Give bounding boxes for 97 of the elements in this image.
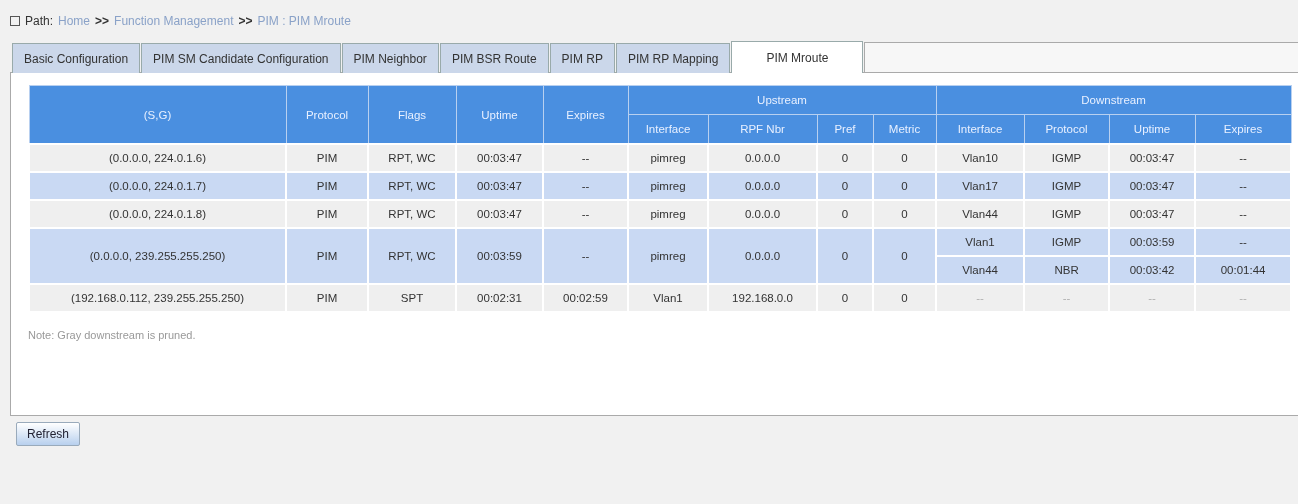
table-cell: 00:03:42 bbox=[1109, 256, 1196, 284]
table-cell: -- bbox=[543, 172, 628, 200]
column-header: Interface bbox=[628, 114, 708, 144]
table-cell: -- bbox=[543, 228, 628, 284]
table-cell: 00:03:59 bbox=[1109, 228, 1196, 256]
table-cell: 0 bbox=[873, 200, 937, 228]
table-cell: IGMP bbox=[1024, 228, 1110, 256]
table-cell: -- bbox=[1024, 284, 1110, 312]
table-cell: 00:01:44 bbox=[1195, 256, 1292, 284]
table-cell: 0 bbox=[817, 228, 873, 284]
table-cell: 00:03:47 bbox=[1109, 144, 1196, 172]
table-cell: 0 bbox=[817, 172, 873, 200]
table-cell: 00:02:31 bbox=[456, 284, 543, 312]
column-header: Metric bbox=[873, 114, 937, 144]
table-cell: 00:03:47 bbox=[456, 172, 543, 200]
table-cell: (0.0.0.0, 239.255.255.250) bbox=[29, 228, 286, 284]
table-cell: Vlan10 bbox=[936, 144, 1025, 172]
column-header: Pref bbox=[817, 114, 873, 144]
column-header: Protocol bbox=[286, 85, 368, 144]
table-cell: PIM bbox=[286, 228, 368, 284]
table-cell: RPT, WC bbox=[368, 144, 456, 172]
table-cell: 00:03:47 bbox=[456, 144, 543, 172]
table-cell: pimreg bbox=[628, 228, 708, 284]
table-cell: RPT, WC bbox=[368, 200, 456, 228]
table-cell: 0 bbox=[873, 228, 937, 284]
table-cell: 0.0.0.0 bbox=[708, 144, 817, 172]
table-cell: PIM bbox=[286, 172, 368, 200]
table-cell: IGMP bbox=[1024, 172, 1110, 200]
tab[interactable]: Basic Configuration bbox=[12, 43, 141, 73]
table-cell: 0 bbox=[817, 144, 873, 172]
table-cell: (0.0.0.0, 224.0.1.7) bbox=[29, 172, 286, 200]
table-cell: pimreg bbox=[628, 172, 708, 200]
table-cell: -- bbox=[936, 284, 1025, 312]
table-cell: SPT bbox=[368, 284, 456, 312]
table-cell: IGMP bbox=[1024, 200, 1110, 228]
table-cell: Vlan44 bbox=[936, 256, 1025, 284]
table-cell: 0 bbox=[873, 172, 937, 200]
table-cell: 0 bbox=[817, 200, 873, 228]
table-cell: 00:03:59 bbox=[456, 228, 543, 284]
refresh-button[interactable]: Refresh bbox=[16, 422, 81, 446]
tab[interactable]: PIM Mroute bbox=[731, 41, 864, 73]
table-cell: Vlan17 bbox=[936, 172, 1025, 200]
table-cell: 0.0.0.0 bbox=[708, 228, 817, 284]
table-cell: -- bbox=[1195, 144, 1292, 172]
table-cell: 0 bbox=[873, 144, 937, 172]
table-cell: 00:02:59 bbox=[543, 284, 628, 312]
column-header: Uptime bbox=[456, 85, 543, 144]
table-cell: RPT, WC bbox=[368, 172, 456, 200]
table-cell: -- bbox=[1195, 228, 1292, 256]
column-header: Expires bbox=[543, 85, 628, 144]
column-header: Interface bbox=[936, 114, 1025, 144]
table-cell: 0 bbox=[817, 284, 873, 312]
column-header: (S,G) bbox=[29, 85, 286, 144]
table-cell: (0.0.0.0, 224.0.1.6) bbox=[29, 144, 286, 172]
tab[interactable]: PIM RP bbox=[549, 43, 615, 73]
table-cell: pimreg bbox=[628, 144, 708, 172]
tab[interactable]: PIM Neighbor bbox=[341, 43, 439, 73]
table-cell: 00:03:47 bbox=[456, 200, 543, 228]
tab[interactable]: PIM SM Candidate Configuration bbox=[141, 43, 341, 73]
table-cell: 0.0.0.0 bbox=[708, 172, 817, 200]
group-header: Downstream bbox=[936, 85, 1292, 115]
column-header: Uptime bbox=[1109, 114, 1196, 144]
path-separator: >> bbox=[238, 14, 253, 28]
column-header: RPF Nbr bbox=[708, 114, 817, 144]
square-icon bbox=[10, 16, 20, 26]
group-header: Upstream bbox=[628, 85, 937, 115]
table-cell: -- bbox=[1195, 172, 1292, 200]
tab[interactable]: PIM BSR Route bbox=[439, 43, 549, 73]
table-cell: 00:03:47 bbox=[1109, 200, 1196, 228]
table-cell: -- bbox=[543, 144, 628, 172]
table-cell: 0.0.0.0 bbox=[708, 200, 817, 228]
table-cell: (192.168.0.112, 239.255.255.250) bbox=[29, 284, 286, 312]
column-header: Expires bbox=[1195, 114, 1292, 144]
column-header: Protocol bbox=[1024, 114, 1110, 144]
table-cell: 192.168.0.0 bbox=[708, 284, 817, 312]
table-cell: -- bbox=[1195, 284, 1292, 312]
note-text: Note: Gray downstream is pruned. bbox=[28, 329, 197, 341]
table-cell: 00:03:47 bbox=[1109, 172, 1196, 200]
table-cell: PIM bbox=[286, 284, 368, 312]
table-cell: PIM bbox=[286, 200, 368, 228]
table-cell: -- bbox=[1195, 200, 1292, 228]
table-cell: Vlan1 bbox=[628, 284, 708, 312]
table-cell: RPT, WC bbox=[368, 228, 456, 284]
table-cell: Vlan44 bbox=[936, 200, 1025, 228]
table-cell: IGMP bbox=[1024, 144, 1110, 172]
path-label: Path: bbox=[25, 14, 54, 28]
table-cell: NBR bbox=[1024, 256, 1110, 284]
tab[interactable]: PIM RP Mapping bbox=[615, 43, 731, 73]
table-cell: Vlan1 bbox=[936, 228, 1025, 256]
table-cell: pimreg bbox=[628, 200, 708, 228]
table-cell: -- bbox=[543, 200, 628, 228]
table-cell: 0 bbox=[873, 284, 937, 312]
table-cell: -- bbox=[1109, 284, 1196, 312]
path-separator: >> bbox=[95, 14, 110, 28]
table-cell: (0.0.0.0, 224.0.1.8) bbox=[29, 200, 286, 228]
table-cell: PIM bbox=[286, 144, 368, 172]
column-header: Flags bbox=[368, 85, 456, 144]
